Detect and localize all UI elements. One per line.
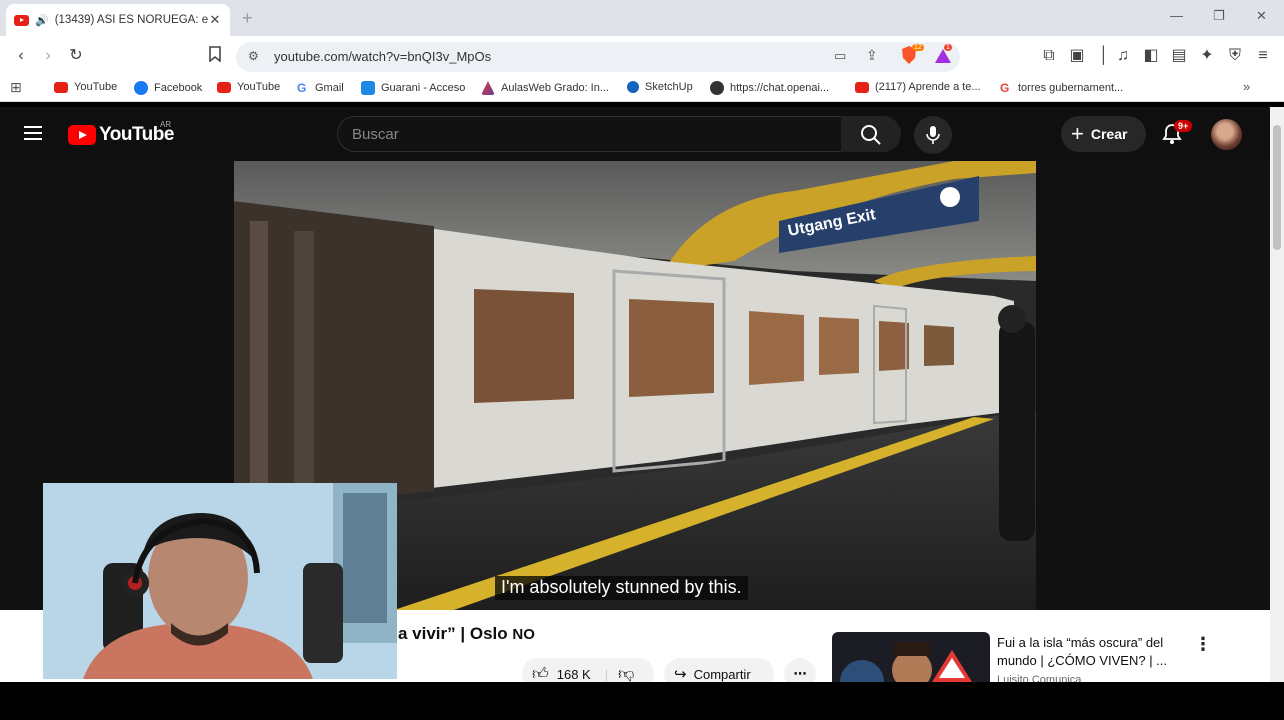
openai-icon bbox=[710, 81, 724, 95]
create-button[interactable]: + Crear bbox=[1061, 116, 1146, 152]
guarani-icon bbox=[361, 81, 375, 95]
navigation-bar: ‹ › ↻ ⚙ youtube.com/watch?v=bnQI3v_MpOs … bbox=[0, 36, 1284, 76]
speaker-icon[interactable]: 🔊 bbox=[35, 14, 49, 27]
cast-icon[interactable]: ▭ bbox=[834, 48, 846, 64]
moodle-icon bbox=[481, 81, 495, 95]
page-scrollbar[interactable] bbox=[1270, 107, 1284, 682]
region-code: AR bbox=[160, 120, 172, 129]
webcam-overlay bbox=[43, 483, 397, 679]
more-options-icon[interactable]: ⋮ bbox=[1194, 634, 1212, 655]
bookmark-item[interactable]: Facebook bbox=[134, 81, 202, 95]
browser-tab[interactable]: 🔊 (13439) ASÍ ES NORUEGA: el ✕ bbox=[6, 4, 230, 36]
search-input[interactable] bbox=[338, 117, 841, 151]
restore-icon[interactable]: ❐ bbox=[1213, 8, 1225, 24]
youtube-icon bbox=[54, 81, 68, 93]
bookmark-item[interactable]: Guarani - Acceso bbox=[361, 81, 465, 95]
close-tab-icon[interactable]: ✕ bbox=[208, 12, 222, 28]
tab-search-icon[interactable]: ▣ bbox=[1067, 46, 1087, 66]
tab-strip: 🔊 (13439) ASÍ ES NORUEGA: el ✕ + — ❐ ✕ bbox=[0, 0, 1284, 36]
close-window-icon[interactable]: ✕ bbox=[1256, 8, 1267, 24]
bookmarks-bar: ⊞ YouTube Facebook YouTube G Gmail Guaran… bbox=[0, 76, 1284, 102]
menu-divider-icon: │ bbox=[1099, 47, 1109, 64]
sketchup-icon bbox=[627, 81, 639, 93]
dislike-icon[interactable]: 👎︎ bbox=[618, 665, 634, 684]
apps-grid-icon[interactable]: ⊞ bbox=[10, 79, 22, 96]
bookmark-item[interactable]: Gtorres gubernament... bbox=[1000, 81, 1123, 95]
recommended-title[interactable]: Fui a la isla “más oscura” del mundo | ¿… bbox=[997, 634, 1182, 670]
bookmark-item[interactable]: https://chat.openai... bbox=[710, 81, 829, 95]
shields-count-badge: 12 bbox=[912, 44, 924, 51]
facebook-icon bbox=[134, 81, 148, 95]
tab-title: (13439) ASÍ ES NORUEGA: el bbox=[54, 14, 208, 26]
create-label: Crear bbox=[1090, 126, 1128, 142]
share-arrow-icon: ↪ bbox=[674, 666, 687, 683]
reload-icon[interactable]: ↻ bbox=[66, 46, 86, 66]
site-settings-icon[interactable]: ⚙ bbox=[248, 49, 259, 63]
minimize-icon[interactable]: — bbox=[1170, 8, 1183, 23]
youtube-logo[interactable]: YouTube AR bbox=[68, 120, 174, 146]
google-icon: G bbox=[297, 81, 307, 95]
scrollbar-thumb[interactable] bbox=[1273, 125, 1281, 250]
extensions-icon[interactable]: ⧉ bbox=[1039, 46, 1059, 66]
voice-search-button[interactable] bbox=[914, 116, 952, 154]
guide-menu-icon[interactable] bbox=[24, 126, 42, 140]
search-box bbox=[337, 116, 842, 152]
video-caption: I'm absolutely stunned by this. bbox=[495, 576, 748, 600]
bookmark-item[interactable]: YouTube bbox=[217, 81, 280, 93]
new-tab-icon[interactable]: + bbox=[242, 8, 253, 29]
avatar[interactable] bbox=[1211, 119, 1242, 150]
webcam-image bbox=[43, 483, 397, 679]
url-text: youtube.com/watch?v=bnQI3v_MpOs bbox=[274, 49, 492, 64]
like-count[interactable]: 168 K bbox=[557, 667, 591, 682]
plus-icon: + bbox=[1071, 121, 1084, 146]
youtube-header: YouTube AR + Crear 9+ bbox=[0, 107, 1270, 161]
sidebar-icon[interactable]: ◧ bbox=[1141, 46, 1161, 66]
bookmark-item[interactable]: (2117) Aprende a te... bbox=[855, 81, 981, 93]
rewards-badge: 1 bbox=[944, 44, 952, 51]
like-icon[interactable]: 👍︎ bbox=[532, 665, 549, 684]
bookmark-item[interactable]: YouTube bbox=[54, 81, 117, 93]
youtube-icon bbox=[217, 81, 231, 93]
share-label: Compartir bbox=[693, 666, 751, 682]
bookmark-item[interactable]: G Gmail bbox=[297, 81, 344, 95]
address-bar[interactable]: ⚙ youtube.com/watch?v=bnQI3v_MpOs ▭ ⇪ 12… bbox=[236, 42, 960, 72]
notifications-badge: 9+ bbox=[1174, 120, 1193, 132]
music-icon[interactable]: ♫ bbox=[1113, 46, 1133, 66]
leo-ai-icon[interactable]: ✦ bbox=[1197, 46, 1217, 66]
bookmark-item[interactable]: SketchUp bbox=[627, 81, 693, 93]
back-icon[interactable]: ‹ bbox=[11, 46, 31, 66]
wallet-icon[interactable]: ▤ bbox=[1169, 46, 1189, 66]
bottom-black-bar bbox=[0, 682, 1284, 720]
bookmark-icon[interactable] bbox=[205, 46, 225, 68]
youtube-icon bbox=[855, 81, 869, 93]
search-icon bbox=[861, 125, 881, 145]
main-menu-icon[interactable]: ≡ bbox=[1253, 46, 1273, 66]
youtube-play-logo-icon bbox=[68, 125, 96, 145]
youtube-favicon-icon bbox=[14, 14, 29, 26]
google-icon: G bbox=[1000, 81, 1010, 95]
search-button[interactable] bbox=[841, 116, 901, 152]
screen: 🔊 (13439) ASÍ ES NORUEGA: el ✕ + — ❐ ✕ ‹… bbox=[0, 0, 1284, 720]
bookmark-item[interactable]: AulasWeb Grado: In... bbox=[481, 81, 609, 95]
video-title: a vivir” | Oslo NO bbox=[398, 624, 535, 643]
vpn-icon[interactable]: ⛨ bbox=[1225, 46, 1245, 66]
more-bookmarks-icon[interactable]: » bbox=[1243, 79, 1250, 94]
microphone-icon bbox=[926, 126, 940, 144]
share-icon[interactable]: ⇪ bbox=[866, 47, 878, 64]
forward-icon[interactable]: › bbox=[38, 46, 58, 66]
